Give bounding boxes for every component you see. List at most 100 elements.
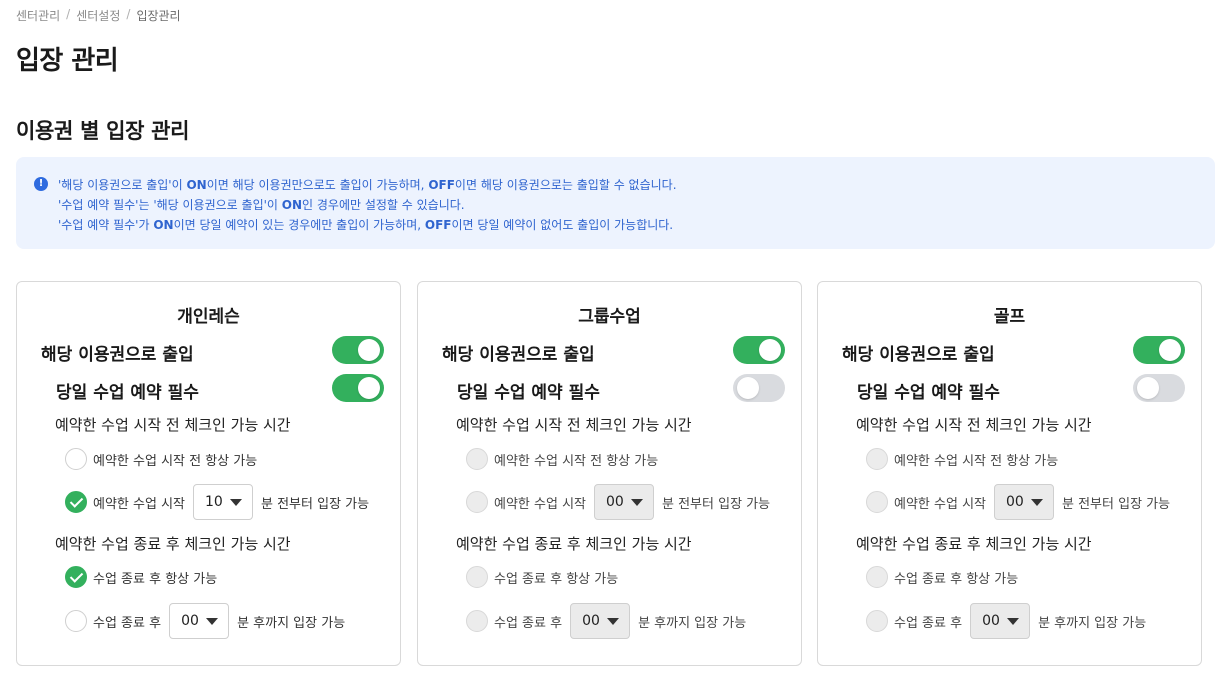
- reservation-required-toggle[interactable]: [332, 374, 384, 402]
- info-line-3: '수업 예약 필수'가 ON이면 당일 예약이 있는 경우에만 출입이 가능하며…: [58, 218, 674, 232]
- card-title: 그룹수업: [578, 307, 641, 327]
- before-minutes-suffix: 분 전부터 입장 가능: [662, 496, 771, 512]
- after-always-radio[interactable]: [65, 566, 87, 588]
- select-value: 00: [606, 494, 624, 510]
- after-minutes-radio: [466, 610, 488, 632]
- select-value: 10: [205, 494, 223, 510]
- after-minutes-suffix: 분 후까지 입장 가능: [237, 615, 346, 631]
- after-minutes-prefix: 수업 종료 후: [894, 615, 963, 631]
- after-always-radio: [466, 566, 488, 588]
- before-minutes-select: 00: [594, 484, 654, 520]
- pass-card-group-class: 그룹수업 해당 이용권으로 출입 당일 수업 예약 필수 예약한 수업 시작 전…: [417, 281, 802, 666]
- entry-toggle-label: 해당 이용권으로 출입: [41, 345, 194, 365]
- after-always-label: 수업 종료 후 항상 가능: [93, 571, 218, 587]
- before-minutes-option: 예약한 수업 시작 00 분 전부터 입장 가능: [866, 484, 1170, 520]
- toggle-knob: [737, 377, 759, 399]
- after-minutes-select: 00: [570, 603, 631, 639]
- breadcrumb-center-management[interactable]: 센터관리: [16, 7, 60, 24]
- after-minutes-option: 수업 종료 후 00 분 후까지 입장 가능: [65, 603, 345, 639]
- toggle-knob: [1159, 339, 1181, 361]
- entry-toggle-label: 해당 이용권으로 출입: [842, 345, 995, 365]
- before-minutes-prefix: 예약한 수업 시작: [894, 496, 986, 512]
- toggle-knob: [358, 377, 380, 399]
- before-minutes-prefix: 예약한 수업 시작: [93, 496, 185, 512]
- before-always-radio: [466, 448, 488, 470]
- after-checkin-title: 예약한 수업 종료 후 체크인 가능 시간: [55, 535, 291, 553]
- chevron-down-icon: [1007, 618, 1020, 625]
- chevron-down-icon: [206, 618, 219, 625]
- select-value: 00: [982, 613, 1000, 629]
- pass-card-golf: 골프 해당 이용권으로 출입 당일 수업 예약 필수 예약한 수업 시작 전 체…: [817, 281, 1202, 666]
- before-minutes-suffix: 분 전부터 입장 가능: [1062, 496, 1171, 512]
- after-minutes-suffix: 분 후까지 입장 가능: [1038, 615, 1147, 631]
- entry-toggle-label: 해당 이용권으로 출입: [442, 345, 595, 365]
- card-title: 골프: [993, 307, 1026, 327]
- toggle-knob: [1137, 377, 1159, 399]
- toggle-knob: [358, 339, 380, 361]
- before-always-option: 예약한 수업 시작 전 항상 가능: [65, 448, 257, 470]
- before-always-label: 예약한 수업 시작 전 항상 가능: [494, 453, 659, 469]
- after-always-label: 수업 종료 후 항상 가능: [494, 571, 619, 587]
- info-box: ! '해당 이용권으로 출입'이 ON이면 해당 이용권만으로도 출입이 가능하…: [16, 157, 1215, 249]
- after-checkin-title: 예약한 수업 종료 후 체크인 가능 시간: [856, 535, 1092, 553]
- reservation-required-label: 당일 수업 예약 필수: [56, 383, 199, 403]
- reservation-required-label: 당일 수업 예약 필수: [457, 383, 600, 403]
- after-minutes-option: 수업 종료 후 00 분 후까지 입장 가능: [466, 603, 746, 639]
- reservation-required-toggle[interactable]: [733, 374, 785, 402]
- after-always-label: 수업 종료 후 항상 가능: [894, 571, 1019, 587]
- before-checkin-title: 예약한 수업 시작 전 체크인 가능 시간: [55, 416, 291, 434]
- reservation-required-toggle[interactable]: [1133, 374, 1185, 402]
- before-always-radio[interactable]: [65, 448, 87, 470]
- breadcrumb-separator: /: [126, 7, 131, 21]
- after-minutes-select: 00: [970, 603, 1031, 639]
- breadcrumb-separator: /: [66, 7, 71, 21]
- breadcrumb: 센터관리 / 센터설정 / 입장관리: [16, 7, 181, 24]
- card-title: 개인레슨: [177, 307, 240, 327]
- toggle-knob: [759, 339, 781, 361]
- before-minutes-radio[interactable]: [65, 491, 87, 513]
- select-value: 00: [1006, 494, 1024, 510]
- before-minutes-prefix: 예약한 수업 시작: [494, 496, 586, 512]
- breadcrumb-entry-management: 입장관리: [136, 9, 181, 23]
- after-minutes-prefix: 수업 종료 후: [93, 615, 162, 631]
- before-minutes-select: 00: [994, 484, 1054, 520]
- before-minutes-option: 예약한 수업 시작 10 분 전부터 입장 가능: [65, 484, 369, 520]
- before-checkin-title: 예약한 수업 시작 전 체크인 가능 시간: [456, 416, 692, 434]
- before-minutes-option: 예약한 수업 시작 00 분 전부터 입장 가능: [466, 484, 770, 520]
- after-minutes-option: 수업 종료 후 00 분 후까지 입장 가능: [866, 603, 1146, 639]
- before-minutes-suffix: 분 전부터 입장 가능: [261, 496, 370, 512]
- entry-toggle[interactable]: [1133, 336, 1185, 364]
- after-always-option: 수업 종료 후 항상 가능: [466, 566, 618, 588]
- reservation-required-label: 당일 수업 예약 필수: [857, 383, 1000, 403]
- page-title: 입장 관리: [16, 46, 119, 76]
- before-minutes-select[interactable]: 10: [193, 484, 253, 520]
- before-minutes-radio: [466, 491, 488, 513]
- chevron-down-icon: [607, 618, 620, 625]
- chevron-down-icon: [631, 499, 643, 506]
- select-value: 00: [582, 613, 600, 629]
- info-icon: !: [34, 177, 48, 191]
- after-minutes-prefix: 수업 종료 후: [494, 615, 563, 631]
- after-always-radio: [866, 566, 888, 588]
- before-always-label: 예약한 수업 시작 전 항상 가능: [93, 453, 258, 469]
- after-always-option: 수업 종료 후 항상 가능: [866, 566, 1018, 588]
- chevron-down-icon: [230, 499, 242, 506]
- entry-toggle[interactable]: [332, 336, 384, 364]
- before-always-option: 예약한 수업 시작 전 항상 가능: [466, 448, 658, 470]
- select-value: 00: [181, 613, 199, 629]
- before-checkin-title: 예약한 수업 시작 전 체크인 가능 시간: [856, 416, 1092, 434]
- after-minutes-suffix: 분 후까지 입장 가능: [638, 615, 747, 631]
- chevron-down-icon: [1031, 499, 1043, 506]
- after-minutes-radio[interactable]: [65, 610, 87, 632]
- entry-toggle[interactable]: [733, 336, 785, 364]
- after-always-option: 수업 종료 후 항상 가능: [65, 566, 217, 588]
- after-minutes-radio: [866, 610, 888, 632]
- after-checkin-title: 예약한 수업 종료 후 체크인 가능 시간: [456, 535, 692, 553]
- before-minutes-radio: [866, 491, 888, 513]
- info-line-1: '해당 이용권으로 출입'이 ON이면 해당 이용권만으로도 출입이 가능하며,…: [58, 178, 677, 192]
- after-minutes-select[interactable]: 00: [169, 603, 230, 639]
- breadcrumb-center-settings[interactable]: 센터설정: [76, 7, 120, 24]
- section-title: 이용권 별 입장 관리: [16, 119, 190, 143]
- before-always-option: 예약한 수업 시작 전 항상 가능: [866, 448, 1058, 470]
- pass-card-personal-lesson: 개인레슨 해당 이용권으로 출입 당일 수업 예약 필수 예약한 수업 시작 전…: [16, 281, 401, 666]
